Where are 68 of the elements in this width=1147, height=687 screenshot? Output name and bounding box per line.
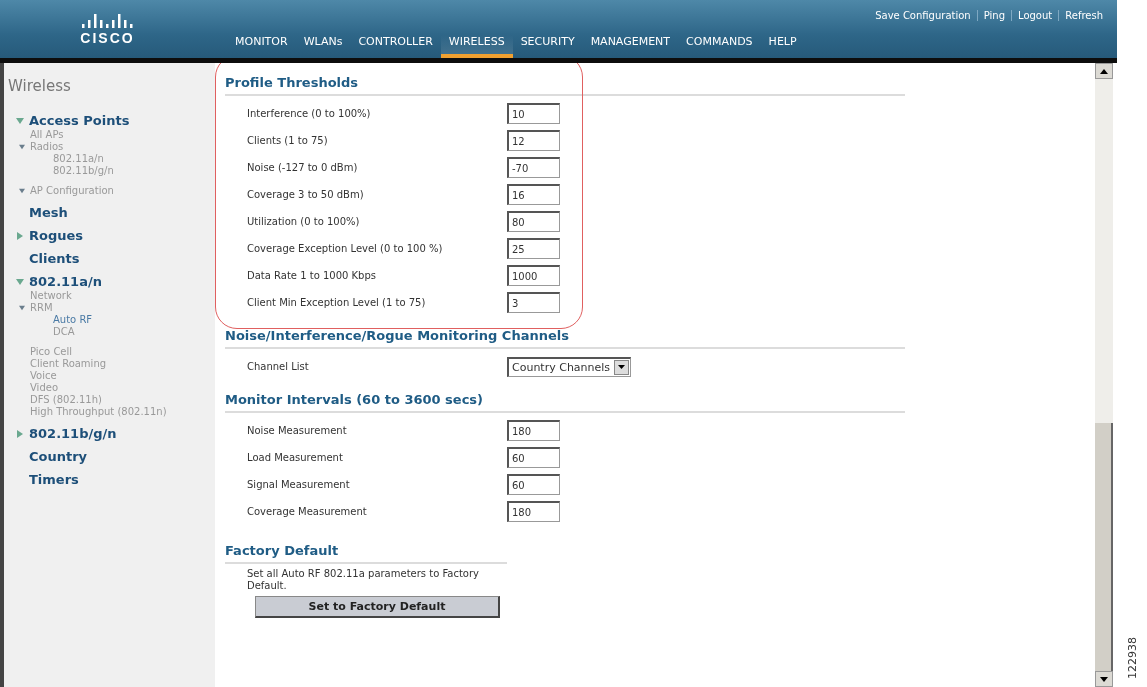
section-heading: Factory Default — [225, 541, 507, 564]
logo-text: CISCO — [80, 30, 135, 46]
dropdown[interactable]: Country Channels — [507, 356, 632, 377]
section-heading: Profile Thresholds — [225, 73, 905, 96]
sidebar-section[interactable]: Mesh — [29, 205, 68, 220]
sidebar-section[interactable]: Clients — [29, 251, 80, 266]
input-field[interactable]: 12 — [507, 130, 560, 151]
header-link[interactable]: Logout — [1012, 10, 1059, 21]
sidebar-section[interactable]: Access Points — [29, 113, 130, 128]
sidebar-section[interactable]: 802.11b/g/n — [29, 426, 117, 441]
input-field[interactable]: 60 — [507, 474, 560, 495]
expanded-arrow-icon[interactable] — [16, 116, 24, 125]
field-label: Channel List — [247, 360, 310, 373]
input-field[interactable]: 80 — [507, 211, 560, 232]
sidebar-section[interactable]: Timers — [29, 472, 79, 487]
sidebar-section[interactable]: Country — [29, 449, 88, 464]
nav-tab[interactable]: WIRELESS — [440, 35, 513, 58]
header-link[interactable]: Ping — [977, 10, 1011, 21]
field-label: Coverage Measurement — [247, 505, 368, 518]
field-label: Client Min Exception Level (1 to 75) — [247, 296, 427, 309]
input-field[interactable]: 180 — [507, 501, 560, 522]
field-label: Data Rate 1 to 1000 Kbps — [247, 269, 377, 282]
scroll-thumb[interactable] — [1095, 423, 1113, 671]
header-link[interactable]: Refresh — [1059, 10, 1109, 21]
field-label: Noise Measurement — [247, 424, 348, 437]
nav-tab[interactable]: COMMANDS — [678, 35, 761, 58]
input-field[interactable]: 25 — [507, 238, 560, 259]
field-label: Clients (1 to 75) — [247, 134, 329, 147]
input-field[interactable]: 60 — [507, 447, 560, 468]
field-label: Utilization (0 to 100%) — [247, 215, 361, 228]
scroll-up-icon[interactable] — [1095, 63, 1113, 79]
nav-tab[interactable]: SECURITY — [512, 35, 583, 58]
collapsed-arrow-icon[interactable] — [16, 231, 24, 240]
figure-number: 122938 — [1125, 637, 1139, 679]
field-label: Load Measurement — [247, 451, 344, 464]
nav-tab[interactable]: MANAGEMENT — [582, 35, 679, 58]
section-heading: Monitor Intervals (60 to 3600 secs) — [225, 390, 905, 413]
input-field[interactable]: 16 — [507, 184, 560, 205]
collapsed-arrow-icon[interactable] — [16, 429, 24, 438]
field-label: Interference (0 to 100%) — [247, 107, 372, 120]
field-label: Signal Measurement — [247, 478, 351, 491]
header-link[interactable]: Save Configuration — [869, 10, 977, 21]
scrollbar[interactable] — [1095, 63, 1113, 687]
section-heading: Noise/Interference/Rogue Monitoring Channels — [225, 326, 905, 349]
field-label: Coverage Exception Level (0 to 100 %) — [247, 242, 444, 255]
nav-tab[interactable]: HELP — [760, 35, 805, 58]
factory-default-button[interactable]: Set to Factory Default — [255, 596, 500, 618]
sidebar-title: Wireless — [8, 77, 72, 95]
nav-tab[interactable]: WLANs — [295, 35, 351, 58]
nav-tab[interactable]: MONITOR — [227, 35, 296, 58]
field-label: Noise (-127 to 0 dBm) — [247, 161, 359, 174]
expanded-arrow-icon[interactable] — [19, 188, 25, 194]
input-field[interactable]: 180 — [507, 420, 560, 441]
expanded-arrow-icon[interactable] — [19, 144, 25, 150]
logo-bars-icon — [80, 14, 135, 28]
expanded-arrow-icon[interactable] — [16, 277, 24, 286]
sidebar-section[interactable]: 802.11a/n — [29, 274, 102, 289]
scroll-down-icon[interactable] — [1095, 671, 1113, 687]
field-label: Coverage 3 to 50 dBm) — [247, 188, 365, 201]
description-text: Set all Auto RF 802.11a parameters to Factory Default. — [246, 568, 480, 592]
input-field[interactable]: 10 — [507, 103, 560, 124]
input-field[interactable]: -70 — [507, 157, 560, 178]
sidebar-item[interactable]: Auto RF — [53, 314, 93, 326]
expanded-arrow-icon[interactable] — [19, 305, 25, 311]
sidebar-section[interactable]: Rogues — [29, 228, 84, 243]
input-field[interactable]: 1000 — [507, 265, 560, 286]
input-field[interactable]: 3 — [507, 292, 560, 313]
nav-tab[interactable]: CONTROLLER — [350, 35, 441, 58]
